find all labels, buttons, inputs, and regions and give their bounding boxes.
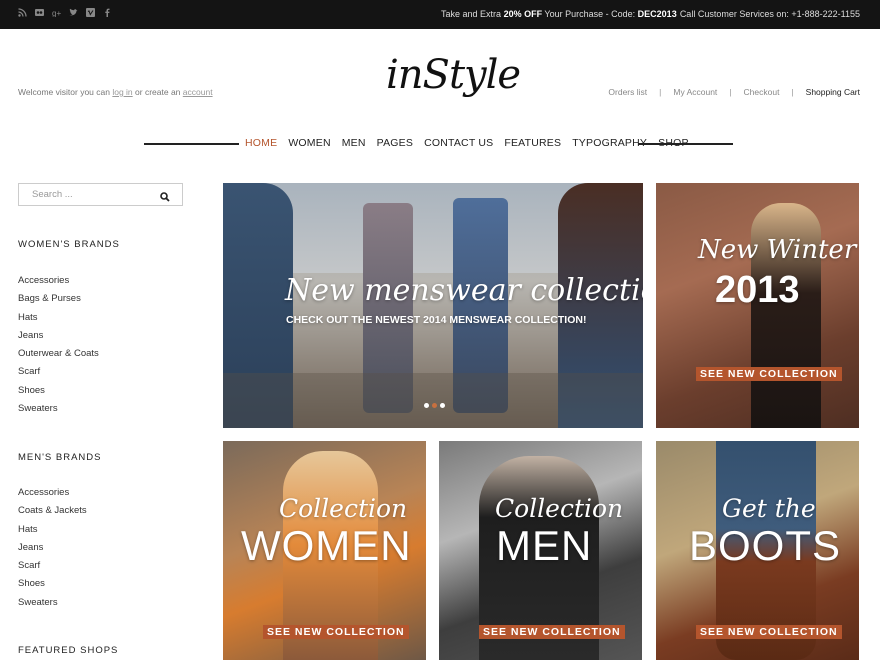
separator: | (659, 87, 662, 97)
svg-text:g+: g+ (52, 9, 61, 17)
slider-dots (424, 403, 445, 408)
men-collection-banner[interactable]: Collection MEN SEE NEW COLLECTION (439, 441, 642, 660)
list-item[interactable]: Coats & Jackets (18, 505, 87, 523)
winter-script-title: New Winter (698, 235, 857, 265)
slider-dot[interactable] (440, 403, 445, 408)
promo-highlight: 20% OFF (503, 9, 543, 19)
list-item[interactable]: Jeans (18, 330, 99, 348)
mens-brands-list: Accessories Coats & Jackets Hats Jeans S… (18, 487, 87, 615)
google-plus-icon[interactable]: g+ (52, 8, 61, 18)
social-links: g+ (18, 8, 112, 18)
separator: | (729, 87, 732, 97)
boots-script-title: Get the (722, 494, 816, 523)
promo-code: DEC2013 (637, 9, 677, 19)
search-icon[interactable] (160, 189, 170, 202)
top-bar: g+ Take and Extra 20% OFF Your Purchase … (0, 0, 880, 29)
nav-item-contact-us[interactable]: CONTACT US (424, 137, 493, 149)
list-item[interactable]: Outerwear & Coats (18, 348, 99, 366)
nav-divider-left (144, 143, 239, 145)
nav-item-pages[interactable]: PAGES (377, 137, 413, 149)
list-item[interactable]: Scarf (18, 366, 99, 384)
my-account-link[interactable]: My Account (673, 87, 717, 97)
create-account-link[interactable]: account (183, 87, 213, 97)
nav-item-features[interactable]: FEATURES (504, 137, 561, 149)
promo-middle: Your Purchase - Code: (544, 9, 636, 19)
hero-slider[interactable]: New menswear collection CHECK OUT THE NE… (223, 183, 643, 428)
search-box (18, 183, 183, 206)
women-script-title: Collection (279, 494, 408, 523)
login-link[interactable]: log in (112, 87, 132, 97)
list-item[interactable]: Jeans (18, 542, 87, 560)
see-new-collection-button[interactable]: SEE NEW COLLECTION (263, 625, 409, 639)
mens-brands-heading: MEN'S BRANDS (18, 452, 102, 463)
men-title: MEN (496, 522, 593, 569)
featured-shops-heading: FEATURED SHOPS (18, 645, 119, 656)
slider-dot-active[interactable] (432, 403, 437, 408)
customer-service: Call Customer Services on: +1-888-222-11… (679, 9, 860, 19)
winter-year: 2013 (715, 269, 800, 311)
nav-item-shop[interactable]: SHOP (658, 137, 689, 149)
women-title: WOMEN (241, 522, 412, 569)
womens-brands-list: Accessories Bags & Purses Hats Jeans Out… (18, 275, 99, 421)
nav-item-typography[interactable]: TYPOGRAPHY (572, 137, 647, 149)
boots-title: BOOTS (689, 522, 842, 569)
welcome-message: Welcome visitor you can log in or create… (18, 87, 213, 97)
men-script-title: Collection (495, 494, 624, 523)
promo-text: Take and Extra 20% OFF Your Purchase - C… (441, 9, 677, 19)
women-collection-banner[interactable]: Collection WOMEN SEE NEW COLLECTION (223, 441, 426, 660)
flickr-icon[interactable] (35, 8, 44, 17)
list-item[interactable]: Bags & Purses (18, 293, 99, 311)
nav-item-men[interactable]: MEN (342, 137, 366, 149)
list-item[interactable]: Sweaters (18, 597, 87, 615)
see-new-collection-button[interactable]: SEE NEW COLLECTION (479, 625, 625, 639)
separator: | (791, 87, 794, 97)
list-item[interactable]: Accessories (18, 275, 99, 293)
new-winter-banner[interactable]: New Winter 2013 SEE NEW COLLECTION (656, 183, 859, 428)
twitter-icon[interactable] (69, 8, 78, 17)
checkout-link[interactable]: Checkout (744, 87, 780, 97)
orders-list-link[interactable]: Orders list (608, 87, 647, 97)
search-input[interactable] (19, 184, 149, 205)
boots-banner[interactable]: Get the BOOTS SEE NEW COLLECTION (656, 441, 859, 660)
welcome-middle: or create an (135, 87, 181, 97)
shopping-cart-link[interactable]: Shopping Cart (806, 87, 860, 97)
list-item[interactable]: Shoes (18, 578, 87, 596)
list-item[interactable]: Hats (18, 312, 99, 330)
nav-item-home[interactable]: HOME (245, 137, 277, 149)
womens-brands-heading: WOMEN'S BRANDS (18, 239, 120, 250)
vimeo-icon[interactable] (86, 8, 95, 17)
promo-prefix: Take and Extra (441, 9, 502, 19)
list-item[interactable]: Hats (18, 524, 87, 542)
site-logo[interactable]: inStyle (386, 52, 521, 102)
account-links: Orders list | My Account | Checkout | Sh… (608, 87, 860, 97)
welcome-prefix: Welcome visitor you can (18, 87, 110, 97)
list-item[interactable]: Sweaters (18, 403, 99, 421)
list-item[interactable]: Shoes (18, 385, 99, 403)
see-new-collection-button[interactable]: SEE NEW COLLECTION (696, 367, 842, 381)
nav-item-women[interactable]: WOMEN (288, 137, 330, 149)
facebook-icon[interactable] (103, 8, 112, 17)
hero-subtitle: CHECK OUT THE NEWEST 2014 MENSWEAR COLLE… (286, 314, 587, 326)
slider-dot[interactable] (424, 403, 429, 408)
see-new-collection-button[interactable]: SEE NEW COLLECTION (696, 625, 842, 639)
rss-icon[interactable] (18, 8, 27, 17)
main-nav: HOME WOMEN MEN PAGES CONTACT US FEATURES… (245, 137, 689, 149)
ground-shadow (223, 373, 643, 428)
hero-script-title: New menswear collection (285, 273, 643, 308)
list-item[interactable]: Scarf (18, 560, 87, 578)
list-item[interactable]: Accessories (18, 487, 87, 505)
